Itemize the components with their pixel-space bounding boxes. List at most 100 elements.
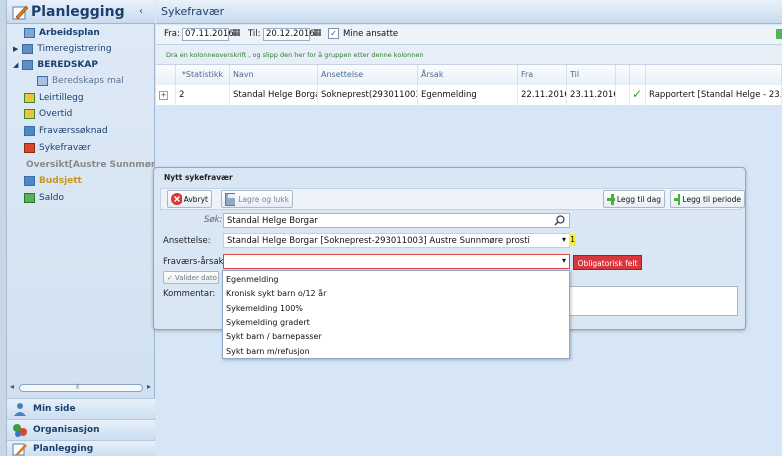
nav-planlegging[interactable]: Planlegging (7, 440, 155, 456)
cell-ansettelse: Sokneprest(293011003) (318, 85, 418, 105)
nav-organisasjon[interactable]: Organisasjon (7, 419, 155, 439)
export-icon[interactable] (776, 29, 782, 39)
save-close-button[interactable]: Lagre og lukk (221, 190, 293, 208)
pencil-icon (12, 5, 28, 20)
sidebar-scrollbar[interactable]: ◂ ⦀ ▸ (9, 382, 155, 394)
cell-arsak: Egenmelding (418, 85, 518, 105)
page-title: Sykefravær (161, 5, 225, 18)
plus-icon (607, 193, 615, 205)
column-header-til[interactable]: Til (567, 65, 616, 85)
balance-icon (24, 193, 35, 203)
add-day-button[interactable]: Legg til dag (603, 190, 665, 208)
folder-icon (22, 60, 34, 70)
page-title-bar: Sykefravær (156, 0, 782, 24)
calendar-icon (24, 28, 35, 38)
sidebar-item-budsjett[interactable]: Budsjett (7, 173, 155, 189)
column-header-fra[interactable]: Fra (518, 65, 567, 85)
search-icon[interactable] (554, 215, 565, 226)
scroll-thumb[interactable]: ⦀ (19, 383, 143, 392)
dialog-toolbar: Avbryt Lagre og lukk Legg til dag Legg t… (160, 188, 745, 210)
column-header-expand (156, 65, 176, 85)
dropdown-option[interactable]: Sykt barn m/refusjon (226, 347, 310, 356)
search-input[interactable]: Standal Helge Borgar (223, 213, 570, 228)
from-label: Fra: (164, 29, 180, 39)
chevron-down-icon[interactable]: ▾ (562, 255, 566, 267)
scroll-left-icon[interactable]: ◂ (10, 382, 14, 391)
to-label: Til: (248, 29, 261, 39)
tent-icon (24, 93, 35, 103)
cell-til: 23.11.2016 (567, 85, 616, 105)
dropdown-option[interactable]: Kronisk sykt barn o/12 år (226, 289, 326, 298)
scroll-grip-icon: ⦀ (76, 383, 80, 391)
column-header-spacer (616, 65, 630, 85)
validate-date-button[interactable]: ✓ Valider dato (163, 271, 219, 284)
column-header-statistikk[interactable]: *Statistikk (176, 65, 230, 85)
check-icon: ✓ (167, 273, 173, 282)
row-expand-cell: + (156, 85, 176, 105)
sidebar-header: Planlegging ‹ (7, 0, 155, 24)
application-icon (24, 126, 35, 136)
comment-label: Kommentar: (163, 289, 216, 299)
calendar-icon[interactable]: ▦ (313, 28, 322, 38)
clock-icon (22, 44, 34, 54)
cancel-icon (171, 193, 182, 205)
sidebar-item-oversikt[interactable]: Oversikt[Austre Sunnmøre (7, 157, 155, 173)
sidebar-item-saldo[interactable]: Saldo (7, 190, 155, 206)
cell-status: Rapportert [Standal Helge - 23.11 (646, 85, 782, 105)
required-field-badge: Obligatorisk felt (573, 255, 642, 270)
sidebar-item-sykefravaer[interactable]: Sykefravær (7, 140, 155, 156)
column-header-navn[interactable]: Navn (230, 65, 318, 85)
expand-arrow-icon[interactable]: ▶ (13, 45, 18, 53)
sick-leave-grid: *Statistikk Navn Ansettelse Årsak Fra Ti… (156, 65, 782, 105)
template-icon (37, 76, 48, 86)
mine-ansatte-checkbox[interactable]: ✓ (328, 28, 339, 39)
arsak-label: Fraværs-årsak: (163, 257, 227, 267)
nav-min-side[interactable]: Min side (7, 398, 155, 418)
overtime-icon (24, 109, 35, 119)
collapse-arrow-icon[interactable]: ◢ (13, 61, 18, 69)
dropdown-option[interactable]: Egenmelding (226, 275, 279, 284)
ansettelse-select[interactable]: Standal Helge Borgar [Sokneprest-2930110… (223, 233, 570, 248)
count-badge: 1 (569, 234, 576, 246)
cell-statistikk: 2 (176, 85, 230, 105)
column-header-status (646, 65, 782, 85)
sidebar-item-beredskaps-mal[interactable]: Beredskaps mal (7, 73, 155, 89)
arsak-dropdown-list: Egenmelding Kronisk sykt barn o/12 år Sy… (222, 270, 570, 359)
cell-navn: Standal Helge Borgar (230, 85, 318, 105)
collapse-icon[interactable]: ‹ (139, 6, 143, 17)
sidebar-title: Planlegging (31, 4, 125, 20)
dropdown-option[interactable]: Sykt barn / barnepasser (226, 332, 322, 341)
scroll-right-icon[interactable]: ▸ (147, 382, 151, 391)
save-icon (225, 192, 236, 206)
sidebar-item-timeregistrering[interactable]: ▶ Timeregistrering (7, 41, 155, 57)
mine-ansatte-label: Mine ansatte (343, 29, 399, 39)
organization-icon (13, 423, 27, 437)
cancel-button[interactable]: Avbryt (167, 190, 212, 208)
sidebar-item-leirtillegg[interactable]: Leirtillegg (7, 90, 155, 106)
group-by-bar[interactable]: Dra en kolonneoverskrift , og slipp den … (156, 45, 782, 65)
sidebar-item-overtid[interactable]: Overtid (7, 106, 155, 122)
pencil-icon (12, 443, 27, 455)
calendar-icon[interactable]: ▦ (232, 28, 241, 38)
to-date-input[interactable]: 20.12.2016 (263, 28, 315, 41)
add-period-button[interactable]: Legg til periode (670, 190, 745, 208)
sidebar-item-arbeidsplan[interactable]: Arbeidsplan (7, 25, 155, 41)
ansettelse-label: Ansettelse: (163, 236, 211, 246)
filter-bar: Fra: 07.11.2016 ▦ Til: 20.12.2016 ▦ ✓ Mi… (156, 25, 782, 45)
cell-fra: 22.11.2016 (518, 85, 567, 105)
sidebar-item-beredskap[interactable]: ◢ BEREDSKAP (7, 57, 155, 73)
from-date-input[interactable]: 07.11.2016 (182, 28, 234, 41)
dropdown-option[interactable]: Sykemelding gradert (226, 318, 310, 327)
column-header-status-icon (630, 65, 646, 85)
dropdown-option[interactable]: Sykemelding 100% (226, 304, 303, 313)
group-hint: Dra en kolonneoverskrift , og slipp den … (166, 51, 424, 59)
column-header-ansettelse[interactable]: Ansettelse (318, 65, 418, 85)
dialog-title: Nytt sykefravær (164, 173, 233, 182)
chevron-down-icon[interactable]: ▾ (562, 234, 566, 246)
sidebar-item-fravaerssoknad[interactable]: Fraværssøknad (7, 123, 155, 139)
cell-spacer (616, 85, 630, 105)
arsak-select[interactable]: ▾ (223, 254, 570, 269)
expand-icon[interactable]: + (159, 91, 168, 100)
sidebar: Planlegging ‹ Arbeidsplan ▶ Timeregistre… (7, 0, 155, 456)
column-header-arsak[interactable]: Årsak (418, 65, 518, 85)
